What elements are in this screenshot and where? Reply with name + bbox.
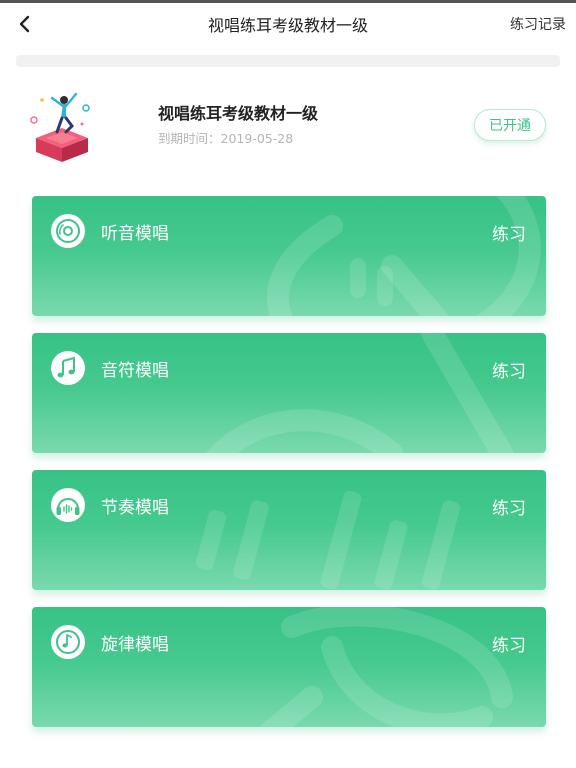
card-watermark <box>206 333 513 453</box>
practice-button[interactable]: 练习 <box>492 220 526 245</box>
card-note-sing[interactable]: 音符模唱 练习 <box>32 333 546 453</box>
page-title: 视唱练耳考级教材一级 <box>207 16 368 35</box>
practice-cards: 听音模唱 练习 音符模唱 练习 节奏模唱 练习 旋律模唱 练习 <box>32 196 546 732</box>
course-info: 视唱练耳考级教材一级 到期时间：2019-05-28 已开通 <box>0 80 576 170</box>
card-watermark <box>195 490 460 590</box>
section-divider <box>16 55 560 67</box>
course-name: 视唱练耳考级教材一级 <box>158 104 319 123</box>
headphones-icon <box>51 488 85 522</box>
expire-date: 到期时间：2019-05-28 <box>158 131 294 146</box>
practice-record-link[interactable]: 练习记录 <box>510 14 566 34</box>
card-label: 音符模唱 <box>101 361 169 381</box>
card-melody-sing[interactable]: 旋律模唱 练习 <box>32 607 546 727</box>
practice-button[interactable]: 练习 <box>492 357 526 382</box>
card-watermark <box>266 196 541 316</box>
card-rhythm-sing[interactable]: 节奏模唱 练习 <box>32 470 546 590</box>
dancer-illustration <box>30 92 90 162</box>
card-watermark <box>258 607 513 727</box>
card-label: 节奏模唱 <box>101 498 169 518</box>
status-badge[interactable]: 已开通 <box>474 109 546 141</box>
nav-header: 视唱练耳考级教材一级 练习记录 <box>0 3 576 47</box>
disc-icon <box>51 214 85 248</box>
practice-button[interactable]: 练习 <box>492 631 526 656</box>
card-label: 听音模唱 <box>101 224 169 244</box>
card-listen-sing[interactable]: 听音模唱 练习 <box>32 196 546 316</box>
practice-button[interactable]: 练习 <box>492 494 526 519</box>
card-label: 旋律模唱 <box>101 635 169 655</box>
melody-disc-icon <box>51 625 85 659</box>
music-note-icon <box>51 351 85 385</box>
